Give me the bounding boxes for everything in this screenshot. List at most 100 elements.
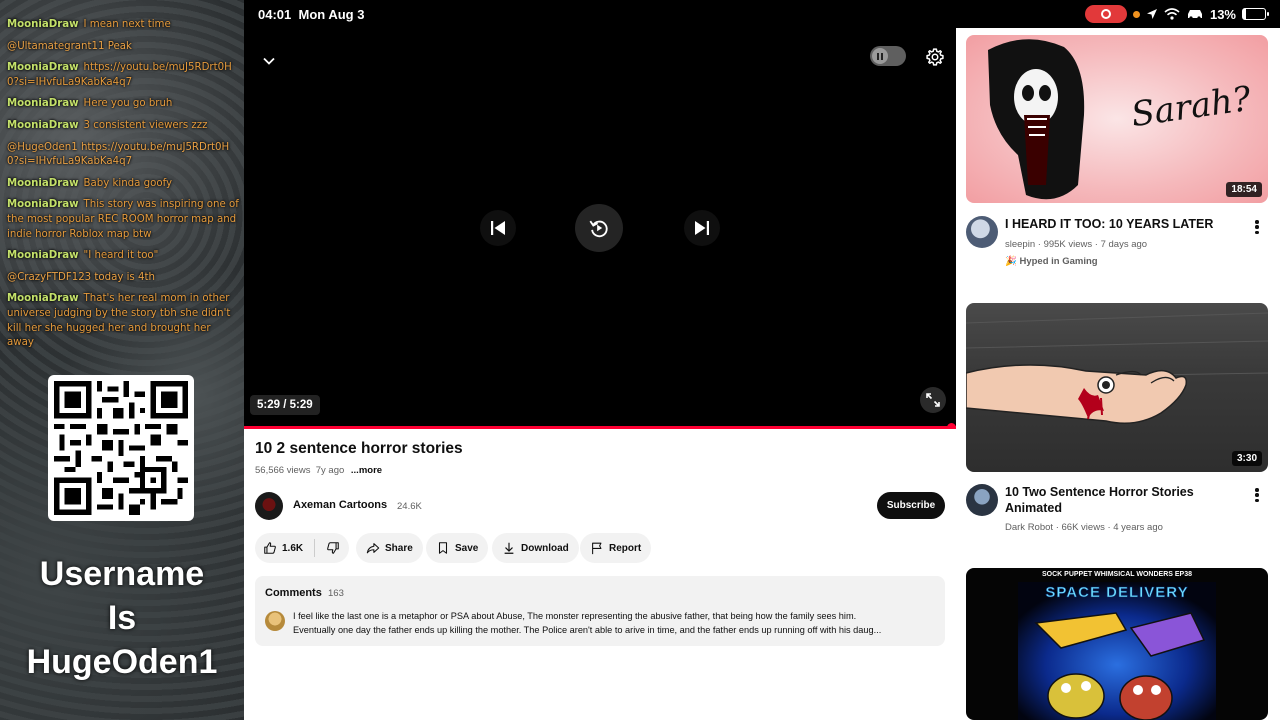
channel-name: Dark Robot <box>1005 522 1054 533</box>
comment-line-2: Eventually one day the father ends up ki… <box>293 625 882 635</box>
chat-message: @HugeOden1 https://youtu.be/muJ5RDrt0H0?… <box>7 141 239 170</box>
video-thumbnail[interactable]: SOCK PUPPET WHIMSICAL WONDERS EP38 SPACE… <box>966 568 1268 720</box>
like-dislike-group: 1.6K <box>255 533 349 563</box>
chat-message: MooniaDraw That's her real mom in other u… <box>7 292 239 350</box>
view-count: 56,566 views <box>255 465 311 476</box>
thumbs-up-icon[interactable] <box>263 541 277 555</box>
report-label: Report <box>609 542 642 554</box>
channel-name[interactable]: Axeman Cartoons <box>293 499 387 511</box>
chat-username: MooniaDraw <box>7 293 79 305</box>
share-icon <box>366 543 380 554</box>
video-player[interactable]: 5:29 / 5:29 <box>244 0 956 432</box>
more-options-button[interactable] <box>1254 486 1260 504</box>
mic-in-use-indicator <box>1132 10 1140 18</box>
report-button[interactable]: Report <box>580 533 652 563</box>
chat-username: MooniaDraw <box>7 250 79 262</box>
download-icon <box>504 542 514 554</box>
record-icon <box>1100 9 1111 19</box>
chat-username: MooniaDraw <box>7 62 79 74</box>
download-label: Download <box>521 542 569 554</box>
thumbnail-artwork <box>966 312 1268 424</box>
show-more-link[interactable]: ...more <box>351 465 382 476</box>
qr-code-graphic <box>54 381 188 515</box>
comments-section[interactable]: Comments 163 I feel like the last one is… <box>255 576 945 646</box>
chat-text: @HugeOden1 https://youtu.be/muJ5RDrt0H0?… <box>7 141 230 168</box>
chat-text: @Ultamategrant11 Peak <box>7 40 132 52</box>
pause-icon <box>872 48 888 64</box>
chat-text: Baby kinda goofy <box>83 177 173 189</box>
top-comment: I feel like the last one is a metaphor o… <box>293 609 937 637</box>
flag-icon <box>592 542 602 555</box>
skip-next-icon <box>695 221 709 235</box>
screen-recording-indicator[interactable] <box>1084 5 1127 23</box>
comment-line-1: I feel like the last one is a metaphor o… <box>293 611 857 621</box>
settings-button[interactable] <box>923 45 947 69</box>
status-date: Mon Aug 3 <box>298 7 365 22</box>
battery-percentage: 13% <box>1209 6 1236 22</box>
save-label: Save <box>455 542 479 554</box>
divider <box>314 539 316 557</box>
video-thumbnail[interactable]: 3:30 <box>966 303 1268 472</box>
like-count[interactable]: 1.6K <box>282 543 303 554</box>
more-options-button[interactable] <box>1254 218 1260 236</box>
video-duration: 3:30 <box>1231 451 1262 466</box>
thumbs-down-icon[interactable] <box>326 541 340 555</box>
channel-avatar[interactable] <box>966 484 998 516</box>
suggested-videos: Sarah? 18:54 I HEARD IT TOO: 10 YEARS LA… <box>956 28 1280 720</box>
username-line-3: HugeOden1 <box>26 643 218 681</box>
replay-icon <box>589 220 608 238</box>
video-meta[interactable]: 56,566 views 7y ago ...more <box>255 465 382 476</box>
username-line-2: Is <box>107 599 137 637</box>
qr-code <box>48 375 194 521</box>
video-title[interactable]: 10 Two Sentence Horror Stories Animated <box>1005 484 1227 516</box>
location-arrow-icon <box>1146 9 1157 19</box>
thumbnail-caption: SOCK PUPPET WHIMSICAL WONDERS EP38 <box>1041 571 1192 578</box>
status-clock: 04:01 Mon Aug 3 <box>258 7 364 22</box>
commenter-avatar <box>265 611 285 631</box>
status-time: 04:01 <box>258 7 292 22</box>
thumbnail-title: SPACE DELIVERY <box>1045 584 1189 602</box>
comments-label: Comments <box>265 587 322 599</box>
chat-message: MooniaDraw This story was inspiring one o… <box>7 198 239 242</box>
chat-username: MooniaDraw <box>7 177 79 189</box>
collapse-player-button[interactable] <box>258 50 280 72</box>
chat-username: MooniaDraw <box>7 199 79 211</box>
subscriber-count: 24.6K <box>397 501 422 512</box>
video-thumbnail[interactable]: Sarah? 18:54 <box>966 35 1268 203</box>
video-title: 10 2 sentence horror stories <box>255 440 463 457</box>
video-meta: Dark Robot · 66K views · 4 years ago <box>1005 522 1163 533</box>
hype-badge: 🎉 Hyped in Gaming <box>1005 256 1098 267</box>
chat-message: MooniaDraw 3 consistent viewers zzz <box>7 119 239 134</box>
comments-count: 163 <box>328 588 344 599</box>
upload-age: 7y ago <box>315 465 345 476</box>
previous-video-button[interactable] <box>480 210 516 246</box>
chevron-down-icon <box>263 57 275 65</box>
live-chat: MooniaDraw I mean next time @Ultamategran… <box>7 18 239 358</box>
chat-text: I mean next time <box>83 19 171 30</box>
battery-icon <box>1242 8 1269 20</box>
chat-message: @Ultamategrant11 Peak <box>7 40 239 55</box>
share-button[interactable]: Share <box>356 533 423 563</box>
chat-message: MooniaDraw Baby kinda goofy <box>7 177 239 192</box>
chat-username: MooniaDraw <box>7 19 79 30</box>
channel-avatar[interactable] <box>966 216 998 248</box>
subscribe-button[interactable]: Subscribe <box>877 492 945 519</box>
video-title[interactable]: I HEARD IT TOO: 10 YEARS LATER <box>1005 216 1227 232</box>
chat-message: MooniaDraw I mean next time <box>7 18 239 33</box>
channel-avatar[interactable] <box>255 492 283 520</box>
chat-text: @CrazyFTDF123 today is 4th <box>7 271 155 283</box>
next-video-button[interactable] <box>684 210 720 246</box>
wifi-icon <box>1164 8 1180 20</box>
chat-text: "I heard it too" <box>83 250 159 262</box>
replay-button[interactable] <box>575 204 623 252</box>
time-display: 5:29 / 5:29 <box>250 395 320 415</box>
save-button[interactable]: Save <box>426 533 489 563</box>
username-overlay: Username Is HugeOden1 <box>0 552 244 684</box>
chat-message: @CrazyFTDF123 today is 4th <box>7 271 239 286</box>
video-info-panel: 10 2 sentence horror stories 56,566 view… <box>244 429 956 720</box>
fullscreen-button[interactable] <box>920 387 946 413</box>
download-button[interactable]: Download <box>492 533 579 563</box>
share-label: Share <box>385 542 413 554</box>
skip-previous-icon <box>491 221 505 235</box>
autoplay-toggle[interactable] <box>870 46 906 66</box>
